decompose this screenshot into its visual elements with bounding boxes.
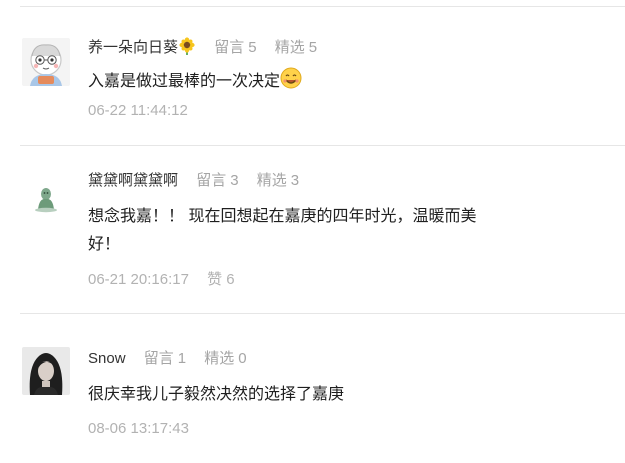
reply-count[interactable]: 留言 5 bbox=[214, 39, 256, 56]
comment-time-row: 06-21 20:16:17 赞 6 bbox=[88, 271, 235, 289]
reply-count[interactable]: 留言 3 bbox=[196, 172, 238, 189]
avatar[interactable] bbox=[22, 172, 70, 220]
comment-text-line: 想念我嘉！！ 现在回想起在嘉庚的四年时光，温暖而美 bbox=[88, 208, 477, 225]
top-divider bbox=[20, 6, 625, 7]
commenter-name[interactable]: Snow bbox=[88, 350, 126, 367]
comment-time: 06-22 11:44:12 bbox=[88, 102, 188, 119]
comment-divider bbox=[20, 313, 625, 314]
pick-count-value: 3 bbox=[290, 172, 300, 189]
reply-label: 留言 bbox=[214, 39, 245, 56]
pick-count[interactable]: 精选 5 bbox=[275, 39, 317, 56]
reply-label: 留言 bbox=[196, 172, 227, 189]
comment-content: 入嘉是做过最棒的一次决定 bbox=[88, 67, 302, 99]
like-label: 赞 bbox=[207, 271, 223, 288]
comment-text: 入嘉是做过最棒的一次决定 bbox=[88, 73, 281, 90]
reply-count-value: 3 bbox=[230, 172, 239, 189]
comment-content: 很庆幸我儿子毅然决然的选择了嘉庚 bbox=[88, 381, 344, 409]
reply-count-value: 5 bbox=[248, 39, 257, 56]
avatar[interactable] bbox=[22, 347, 70, 395]
comment-time-row: 06-22 11:44:12 bbox=[88, 102, 188, 120]
pick-label: 精选 bbox=[274, 39, 305, 56]
comment-time-row: 08-06 13:17:43 bbox=[88, 420, 189, 438]
commenter-name[interactable]: 黛黛啊黛黛啊 bbox=[88, 172, 178, 189]
pick-count-value: 0 bbox=[238, 350, 247, 367]
portrait-photo-avatar-image bbox=[22, 347, 70, 395]
comment-text-line: 好！ bbox=[88, 236, 121, 253]
pick-label: 精选 bbox=[256, 172, 287, 189]
smile-emoji-icon bbox=[280, 67, 302, 99]
comment-text: 很庆幸我儿子毅然决然的选择了嘉庚 bbox=[88, 386, 345, 403]
sunflower-icon bbox=[178, 37, 196, 60]
green-figure-avatar-image bbox=[22, 172, 70, 220]
cartoon-avatar-image bbox=[22, 38, 70, 86]
comment-meta: 养一朵向日葵 留言 5 精选 5 bbox=[88, 37, 317, 60]
comment-divider bbox=[20, 145, 625, 146]
pick-count[interactable]: 精选 0 bbox=[204, 350, 246, 367]
pick-count-value: 5 bbox=[308, 39, 318, 56]
pick-count[interactable]: 精选 3 bbox=[257, 172, 299, 189]
reply-count[interactable]: 留言 1 bbox=[144, 350, 186, 367]
commenter-name[interactable]: 养一朵向日葵 bbox=[88, 39, 178, 56]
comment-time: 08-06 13:17:43 bbox=[88, 420, 189, 437]
reply-count-value: 1 bbox=[177, 350, 187, 367]
like-button[interactable]: 赞 6 bbox=[207, 271, 235, 288]
avatar[interactable] bbox=[22, 38, 70, 86]
like-count: 6 bbox=[226, 271, 235, 288]
comment-meta: 黛黛啊黛黛啊 留言 3 精选 3 bbox=[88, 172, 299, 190]
comment-content: 想念我嘉！！ 现在回想起在嘉庚的四年时光，温暖而美 好！ bbox=[88, 203, 476, 259]
pick-label: 精选 bbox=[204, 350, 235, 367]
comment-meta: Snow 留言 1 精选 0 bbox=[88, 350, 247, 368]
reply-label: 留言 bbox=[143, 350, 174, 367]
comment-time: 06-21 20:16:17 bbox=[88, 271, 189, 288]
